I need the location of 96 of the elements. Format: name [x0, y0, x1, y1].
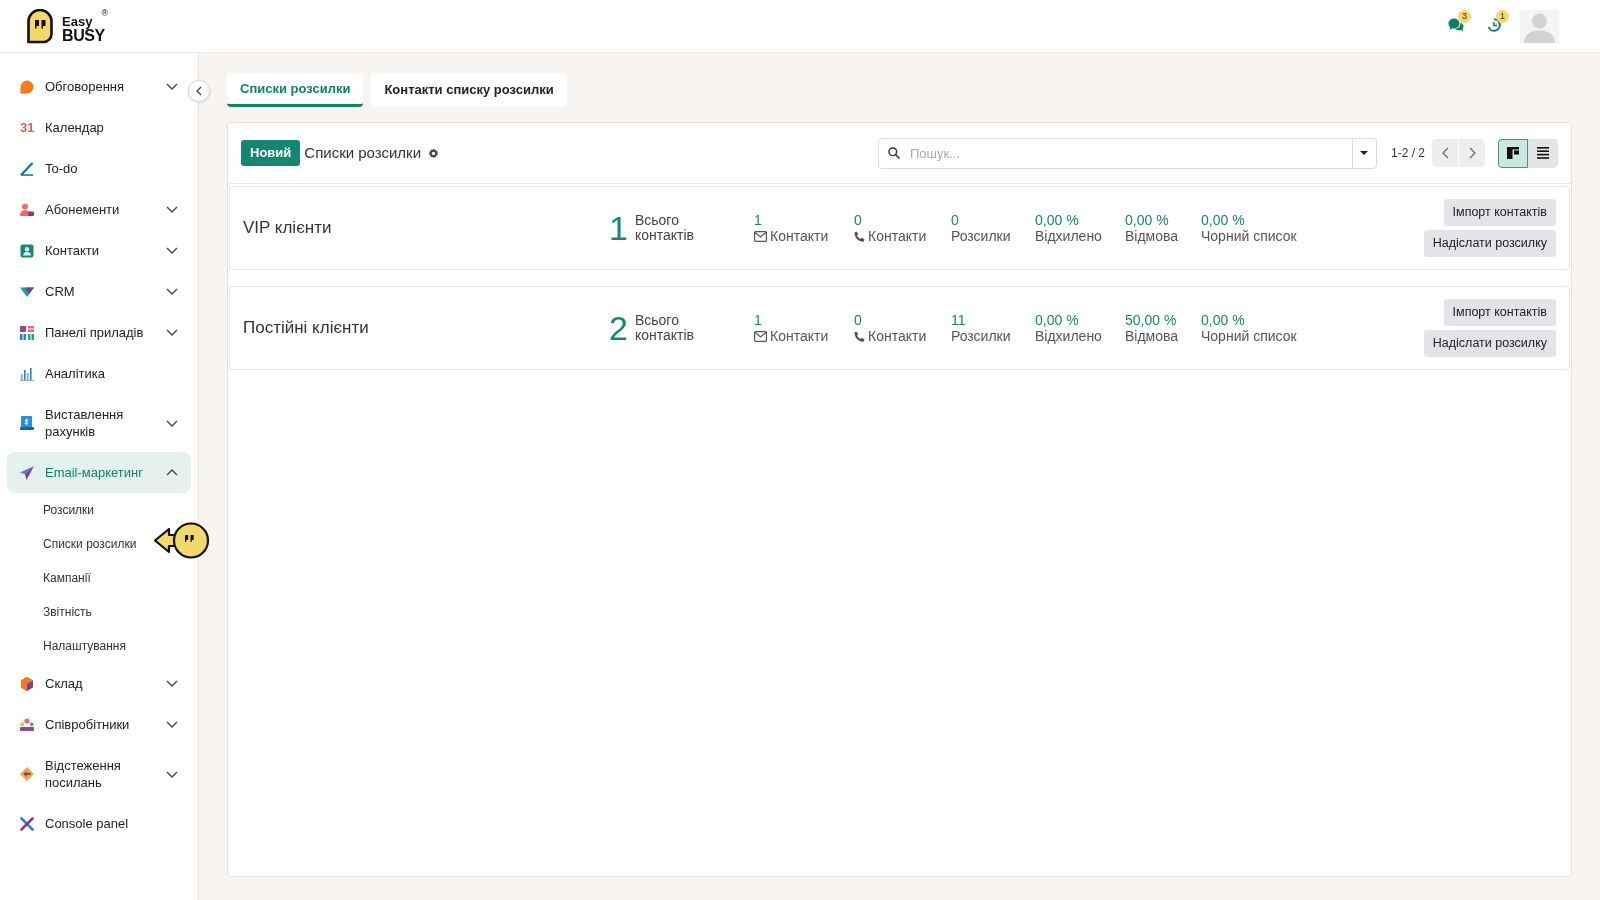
notification-badge: 1	[1496, 10, 1509, 23]
sidebar-item[interactable]: Контакти	[7, 230, 191, 271]
action-button[interactable]: Надіслати розсилку	[1423, 230, 1556, 257]
chevron-right-icon	[1468, 147, 1476, 159]
logo-text: BUSY	[62, 27, 106, 43]
stat-value: 0,00 %	[1201, 212, 1245, 228]
pager-value: 1-2 / 2	[1390, 145, 1425, 162]
stat-value: 1	[754, 212, 762, 228]
list-view-button[interactable]	[1528, 138, 1558, 168]
notification-badge: 3	[1458, 10, 1471, 23]
phone-icon	[854, 330, 865, 342]
sidebar-item[interactable]: Обговорення	[7, 66, 191, 107]
chevron-left-icon	[1441, 147, 1449, 159]
sidebar-subitem[interactable]: Розсилки	[43, 493, 95, 527]
arrows-diamond-icon	[20, 767, 34, 781]
stat-label: Контакти	[868, 328, 927, 344]
kanban-view-button[interactable]	[1498, 138, 1528, 168]
list-name: Постійні клієнти	[243, 317, 370, 340]
total-label: Всього контактів	[634, 213, 695, 243]
sidebar-subitem[interactable]: Кампанії	[43, 561, 91, 595]
total-label: Всього контактів	[634, 313, 695, 343]
sidebar-item[interactable]: Аналітика	[7, 353, 191, 394]
sidebar-subitem[interactable]: Списки розсилки	[43, 527, 137, 561]
contact-total: 1	[609, 211, 628, 245]
sidebar-item[interactable]: Співробітники	[7, 704, 191, 745]
stat-label: Розсилки	[951, 328, 1011, 344]
person-card-icon	[20, 202, 34, 217]
stat-label: Розсилки	[951, 228, 1011, 244]
stat-label: Контакти	[868, 228, 927, 244]
bar-chart-icon	[20, 366, 34, 381]
stat-label: Контакти	[770, 228, 829, 244]
sidebar-item[interactable]: Виставлення рахунків	[7, 394, 191, 452]
stat-value: 0,00 %	[1125, 212, 1169, 228]
stat-label: Чорний список	[1201, 328, 1297, 344]
sidebar-item[interactable]: Відстеження посилань	[7, 745, 191, 803]
action-button[interactable]: Імпорт контактів	[1443, 299, 1556, 326]
stat-label: Контакти	[770, 328, 829, 344]
stat-value: 11	[951, 312, 966, 328]
search-field[interactable]: Пошук...	[909, 138, 1352, 168]
action-button[interactable]: Імпорт контактів	[1443, 199, 1556, 226]
stat-value: 0	[854, 312, 862, 328]
tab[interactable]: Контакти списку розсилки	[371, 73, 567, 107]
paper-plane-icon	[20, 465, 34, 480]
stat-value: 0,00 %	[1035, 212, 1079, 228]
kanban-icon	[1507, 147, 1519, 159]
stat-value: 0	[951, 212, 959, 228]
stat-label: Відмова	[1125, 228, 1179, 244]
chat-icon[interactable]	[1448, 18, 1464, 32]
toolbar-title: Списки розсилки	[304, 142, 422, 163]
mascot-pointer-icon	[153, 522, 210, 559]
sidebar-item[interactable]: Склад	[7, 663, 191, 704]
cube-icon	[20, 676, 34, 691]
sidebar-item[interactable]: Панелі приладів	[7, 312, 191, 353]
action-button[interactable]: Надіслати розсилку	[1423, 330, 1556, 357]
new-button[interactable]: Новий	[241, 140, 301, 166]
stat-value: 0,00 %	[1201, 312, 1245, 328]
list-name: VIP клієнти	[243, 217, 333, 240]
invoice-icon	[20, 416, 34, 430]
pen-icon	[20, 161, 34, 176]
envelope-icon	[754, 230, 767, 242]
people-icon	[20, 717, 34, 732]
sidebar-subitem[interactable]: Звітність	[43, 595, 92, 629]
search-bar[interactable]: Пошук...	[877, 137, 1377, 169]
dashboard-grid-icon	[20, 325, 34, 340]
phone-icon	[854, 230, 865, 242]
contact-card-icon	[20, 243, 34, 258]
logo-text: Easy	[62, 15, 93, 28]
chevron-left-icon	[196, 86, 202, 96]
speech-bubble-icon	[20, 79, 34, 94]
stat-value: 0	[854, 212, 862, 228]
settings-icon[interactable]	[428, 147, 440, 159]
stat-label: Відхилено	[1035, 228, 1102, 244]
sidebar-item[interactable]: 31 Календар	[7, 107, 191, 148]
tab[interactable]: Списки розсилки	[227, 73, 364, 107]
list-icon	[1537, 147, 1549, 159]
clock-icon[interactable]	[1486, 18, 1502, 32]
sidebar-item[interactable]: CRM	[7, 271, 191, 312]
crossed-tools-icon	[20, 816, 34, 831]
sidebar-item[interactable]: Абонементи	[7, 189, 191, 230]
sidebar-item[interactable]: Email-маркетинг	[7, 452, 191, 493]
stat-value: 1	[754, 312, 762, 328]
sidebar-item[interactable]: Console panel	[7, 803, 191, 844]
contact-total: 2	[609, 311, 628, 345]
sidebar-subitem[interactable]: Налаштування	[43, 629, 126, 663]
stat-label: Відхилено	[1035, 328, 1102, 344]
logo-face-icon	[26, 8, 54, 44]
search-icon	[887, 147, 900, 159]
envelope-icon	[754, 330, 767, 342]
stat-label: Чорний список	[1201, 228, 1297, 244]
sidebar-item[interactable]: To-do	[7, 148, 191, 189]
registered-mark: ®	[101, 7, 108, 18]
stat-label: Відмова	[1125, 328, 1179, 344]
caret-down-icon	[1360, 151, 1369, 155]
stat-value: 50,00 %	[1125, 312, 1177, 328]
stat-value: 0,00 %	[1035, 312, 1079, 328]
calendar-icon: 31	[20, 120, 35, 135]
